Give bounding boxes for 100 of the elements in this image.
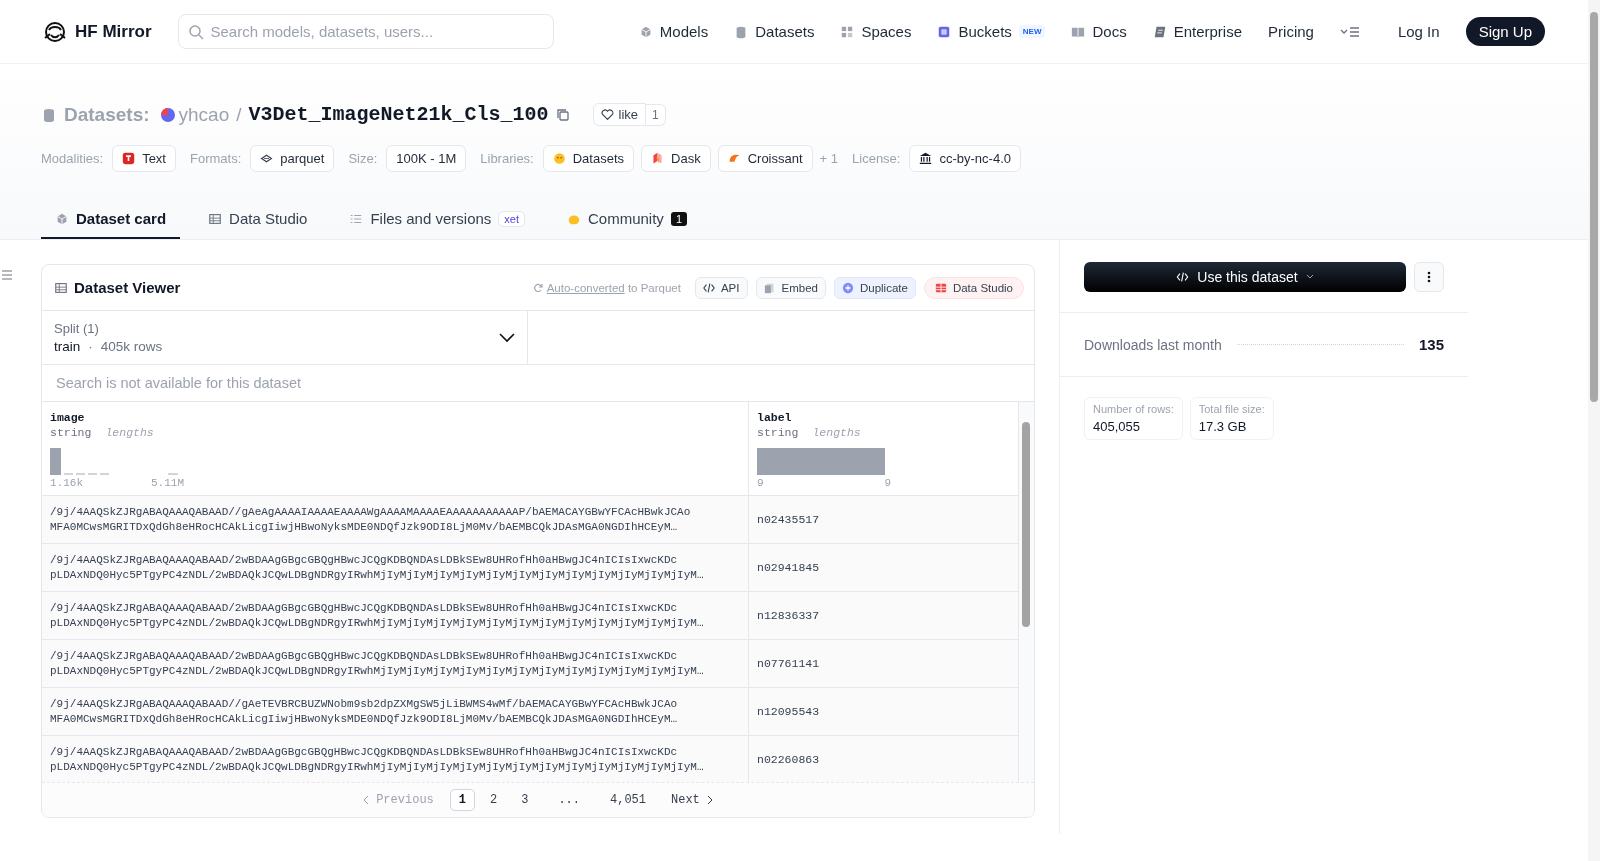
tab[interactable]: Dataset card: [41, 201, 181, 239]
chevron-down-icon: [1305, 274, 1314, 280]
stacked-blocks-icon: [651, 152, 665, 165]
range-max: 5.11M: [151, 477, 184, 489]
split-dropdown[interactable]: Split (1) train · 405k rows: [42, 311, 528, 364]
chevron-left-icon: [363, 795, 370, 805]
diamond-icon: [260, 152, 274, 165]
tag[interactable]: Dask: [641, 145, 711, 172]
duplicate-button[interactable]: Duplicate: [833, 276, 916, 299]
more-menu-button[interactable]: [1339, 24, 1360, 39]
text-icon: [122, 152, 136, 165]
meta-label: License:: [852, 151, 901, 166]
meta-label: Formats:: [190, 151, 242, 166]
nav-link[interactable]: Spaces: [840, 23, 912, 40]
xet-badge: xet: [498, 210, 525, 227]
section-label: Datasets:: [64, 103, 150, 126]
table-icon: [208, 211, 223, 226]
plus-circle-icon: [841, 281, 854, 294]
tag[interactable]: Datasets: [542, 145, 635, 172]
tag[interactable]: Croissant: [717, 145, 813, 172]
column-type: string: [50, 426, 92, 439]
page-scrollbar[interactable]: [1588, 0, 1600, 861]
range-min: 1.16k: [50, 477, 83, 489]
more-count: + 1: [819, 151, 839, 166]
tag[interactable]: Text: [112, 145, 176, 172]
table-cell: n12095543: [748, 687, 1019, 736]
nav-link[interactable]: Buckets NEW: [937, 23, 1046, 40]
table-cell: /9j/4AAQSkZJRgABAQAAAQABAAD/2wBDAAgGBgcGBQgHBwcJCQgKDBQNDAsLDBkSEw8UHRofHh0aHBwgJC4nICIsIxwcKDc pLDAxNDQ0Hyc5PTgyPC4zNDL/2wBDAQkJCQwLDBgNDRgyIRwhMjIyMjIyMjIyMjIyMjIyMjIyMjIyMjIyMjIyMjIyMjIyMjIyM…: [42, 591, 749, 640]
like-button[interactable]: like: [592, 103, 647, 126]
meta-label: Size:: [348, 151, 378, 166]
logo-link[interactable]: HF Mirror: [43, 19, 152, 44]
new-badge: NEW: [1018, 25, 1046, 38]
avatar-icon: [160, 107, 175, 122]
nav-link[interactable]: Pricing: [1268, 23, 1314, 40]
table-cell: n12836337: [748, 591, 1019, 640]
mascot-icon: [43, 19, 67, 44]
page-link[interactable]: 3: [512, 789, 538, 811]
table-cell: /9j/4AAQSkZJRgABAQAAAQABAAD//gAeTEVBRCBUZWNobm9sb2dpZXMgSW5jLiBWMS4wMf/bAEMACAYGBwYFCAcHBwkJCAo MFA0MCwsMGRITDxQdGh8eHRocHCAkLicgIiwjHBwoNyksMDE0NDQfJzk9ODI8LjM0Mv/bAEMBCQkJDAsMGA0NGDIhHCEyM…: [42, 687, 749, 736]
cube-icon: [55, 211, 69, 226]
chevron-down-icon: [499, 332, 515, 343]
menu-icon: [1339, 24, 1360, 39]
split-label: Split (1): [54, 321, 100, 336]
count-badge: 1: [670, 211, 687, 226]
tab[interactable]: Data Studio: [194, 201, 322, 239]
separator-dot: ·: [88, 339, 93, 354]
tag[interactable]: cc-by-nc-4.0: [909, 145, 1021, 172]
code-icon: [702, 281, 715, 294]
database-icon: [41, 106, 57, 123]
smiley-icon: [552, 152, 566, 165]
tag[interactable]: 100K - 1M: [386, 145, 467, 172]
more-options-button[interactable]: [1414, 262, 1444, 292]
heart-icon: [600, 108, 614, 121]
column-stat: lengths: [105, 426, 154, 439]
signup-button[interactable]: Sign Up: [1465, 17, 1545, 46]
table-cell: n07761141: [748, 639, 1019, 688]
like-count: 1: [646, 103, 666, 126]
dataset-name[interactable]: V3Det_ImageNet21k_Cls_100: [248, 103, 549, 126]
row-count: 405k rows: [100, 339, 163, 354]
viewer-title: Dataset Viewer: [74, 279, 181, 296]
nav-link[interactable]: Enterprise: [1152, 23, 1243, 40]
tab[interactable]: Community 1: [553, 201, 701, 239]
tab[interactable]: Files and versions xet: [335, 201, 539, 239]
table-icon: [934, 281, 947, 294]
table-cell: n02941845: [748, 543, 1019, 592]
downloads-label: Downloads last month: [1084, 336, 1222, 353]
logo-text: HF Mirror: [75, 21, 152, 42]
stat-value: 405,055: [1093, 419, 1141, 434]
table-cell: n02260863: [748, 735, 1019, 782]
range-max: 9: [884, 477, 891, 489]
ellipsis: ...: [557, 792, 581, 809]
range-min: 9: [757, 477, 764, 489]
page-link[interactable]: 2: [481, 789, 507, 811]
search-field[interactable]: Search models, datasets, users...: [177, 14, 554, 49]
path-separator: /: [236, 103, 242, 126]
login-link[interactable]: Log In: [1397, 23, 1440, 40]
stat-label: Number of rows:: [1093, 403, 1174, 415]
converted-note: Auto-converted to Parquet: [546, 281, 681, 294]
table-cell: /9j/4AAQSkZJRgABAQAAAQABAAD/2wBDAAgGBgcGBQgHBwcJCQgKDBQNDAsLDBkSEw8UHRofHh0aHBwgJC4nICIsIxwcKDc pLDAxNDQ0Hyc5PTgyPC4zNDL/2wBDAQkJCQwLDBgNDRgyIRwhMjIyMjIyMjIyMjIyMjIyMjIyMjIyMjIyMjIyMjIyMjIyMjIyM…: [42, 735, 749, 782]
next-link[interactable]: Next: [661, 790, 723, 810]
scrollbar[interactable]: [1019, 402, 1034, 782]
table-cell: n02435517: [748, 495, 1019, 544]
stat-label: Total file size:: [1198, 403, 1265, 415]
page-link[interactable]: 1: [449, 789, 475, 811]
column-type: string: [757, 426, 799, 439]
column-stat: lengths: [812, 426, 861, 439]
column-name: label: [757, 411, 793, 424]
use-dataset-button[interactable]: Use this dataset: [1084, 262, 1406, 292]
stat-value: 17.3 GB: [1198, 419, 1248, 434]
api-button[interactable]: API: [694, 276, 748, 299]
page-link[interactable]: 4,051: [601, 789, 655, 811]
nav-link[interactable]: Models: [638, 23, 709, 40]
tag[interactable]: parquet: [250, 145, 335, 172]
nav-link[interactable]: Docs: [1071, 23, 1127, 40]
table-cell: /9j/4AAQSkZJRgABAQAAAQABAAD/2wBDAAgGBgcGBQgHBwcJCQgKDBQNDAsLDBkSEw8UHRofHh0aHBwgJC4nICIsIxwcKDc pLDAxNDQ0Hyc5PTgyPC4zNDL/2wBDAQkJCQwLDBgNDRgyIRwhMjIyMjIyMjIyMjIyMjIyMjIyMjIyMjIyMjIyMjIyMjIyMjIyM…: [42, 639, 749, 688]
nav-link[interactable]: Datasets: [734, 23, 815, 40]
embed-button[interactable]: Embed: [755, 276, 826, 299]
data-studio-button[interactable]: Data Studio: [923, 276, 1024, 299]
column-name: image: [50, 411, 86, 424]
code-icon: [1176, 271, 1190, 283]
grid-icon: [840, 24, 855, 39]
